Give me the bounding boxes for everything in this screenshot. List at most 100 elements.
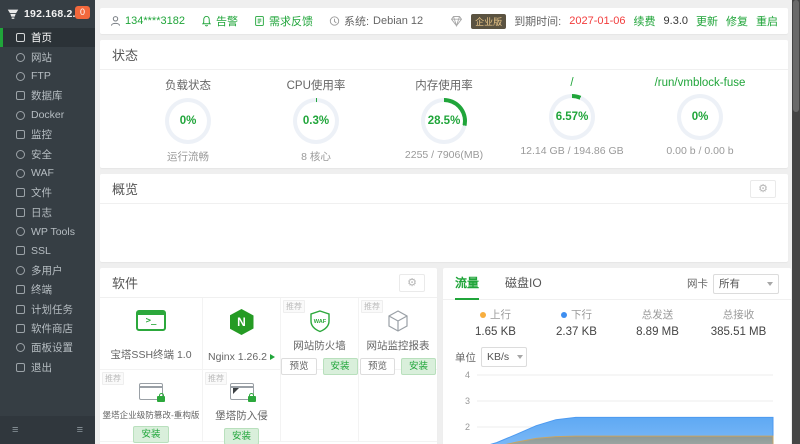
- sidebar-item-ssl[interactable]: SSL: [0, 241, 95, 260]
- collapse-sidebar-icon[interactable]: ≡: [12, 424, 18, 436]
- app-intrusion-prevention[interactable]: 推荐 堡塔防入侵 安装: [203, 370, 281, 442]
- gauge-ring: 0%: [165, 98, 211, 144]
- sidebar-item-database[interactable]: 数据库: [0, 86, 95, 105]
- traffic-stats: 上行 1.65 KB 下行 2.37 KB 总发送 8.89 MB 总接收: [455, 307, 779, 338]
- app-tamper-proof[interactable]: 推荐 堡塔企业级防篡改-重构版 安装: [100, 370, 203, 442]
- menu-style-icon[interactable]: ≡: [77, 424, 83, 436]
- gauge-memory: 内存使用率 28.5% 2255 / 7906(MB): [380, 75, 508, 167]
- sidebar-item-wp-tools[interactable]: WP Tools: [0, 222, 95, 241]
- sidebar-item-settings[interactable]: 面板设置: [0, 338, 95, 357]
- gauge-ring: 6.57%: [549, 94, 595, 140]
- recommended-tag: 推荐: [361, 300, 383, 313]
- software-panel-header: 软件 ⚙: [100, 268, 437, 298]
- topbar-right: 企业版 到期时间: 2027-01-06 续费 9.3.0 更新 修复 重启: [450, 13, 778, 29]
- stat-total-sent: 总发送 8.89 MB: [617, 307, 698, 338]
- sidebar-item-logs[interactable]: 日志: [0, 203, 95, 222]
- panel-version[interactable]: 9.3.0: [664, 15, 688, 27]
- ssh-terminal-icon: >_: [136, 310, 166, 331]
- sidebar-logo-row[interactable]: 192.168.2.3 0: [0, 0, 95, 28]
- docker-icon: [16, 111, 25, 120]
- sidebar-item-website[interactable]: 网站: [0, 47, 95, 66]
- overview-panel: 概览 ⚙: [100, 174, 788, 262]
- update-button[interactable]: 更新: [696, 13, 718, 29]
- gauge-ring: 0.3%: [293, 98, 339, 144]
- tab-disk-io[interactable]: 磁盘IO: [505, 268, 542, 300]
- sidebar-item-waf[interactable]: WAF: [0, 164, 95, 183]
- app-nginx[interactable]: N Nginx 1.26.2: [203, 298, 281, 370]
- tamper-proof-icon: [139, 383, 163, 400]
- bottom-row: 软件 ⚙ >_ 宝塔SSH终端 1.0 N Nginx 1.26.2 推荐: [100, 268, 788, 444]
- stat-downstream: 下行 2.37 KB: [536, 307, 617, 338]
- system-value: Debian 12: [373, 15, 423, 27]
- sidebar-item-security[interactable]: 安全: [0, 144, 95, 163]
- restart-button[interactable]: 重启: [756, 13, 778, 29]
- nginx-icon: N: [230, 309, 254, 335]
- sidebar-item-terminal[interactable]: 终端: [0, 280, 95, 299]
- sidebar-item-multiuser[interactable]: 多用户: [0, 261, 95, 280]
- system-label: 系统:: [344, 13, 369, 29]
- install-button[interactable]: 安装: [224, 428, 259, 444]
- app-cell-empty: [359, 370, 437, 442]
- message-count-badge[interactable]: 0: [75, 6, 90, 19]
- software-settings-button[interactable]: ⚙: [399, 274, 425, 292]
- system-info: 系统: Debian 12: [329, 13, 423, 29]
- app-waf[interactable]: 推荐 WAF 网站防火墙 预览 安装: [281, 298, 359, 370]
- intrusion-prevention-icon: [230, 383, 254, 400]
- wordpress-icon: [16, 227, 25, 236]
- svg-text:2: 2: [465, 422, 470, 432]
- expire-label: 到期时间:: [514, 13, 561, 29]
- recommended-tag: 推荐: [205, 372, 227, 385]
- overview-body: [100, 204, 788, 261]
- sidebar-item-ftp[interactable]: FTP: [0, 67, 95, 86]
- account-link[interactable]: 134****3182: [110, 15, 185, 27]
- svg-text:WAF: WAF: [313, 319, 326, 325]
- overview-title: 概览: [112, 179, 138, 198]
- edition-badge: 企业版: [471, 14, 506, 29]
- stat-upstream: 上行 1.65 KB: [455, 307, 536, 338]
- monitor-icon: [16, 130, 25, 139]
- nic-select[interactable]: 所有: [713, 274, 779, 294]
- sidebar-item-appstore[interactable]: 软件商店: [0, 319, 95, 338]
- tab-traffic[interactable]: 流量: [455, 268, 479, 300]
- sidebar-item-home[interactable]: 首页: [0, 28, 95, 47]
- baota-logo-icon: [6, 7, 20, 21]
- chevron-down-icon: [517, 355, 523, 359]
- folder-icon: [16, 188, 25, 197]
- repair-button[interactable]: 修复: [726, 13, 748, 29]
- nic-label: 网卡: [687, 276, 708, 291]
- sidebar-item-files[interactable]: 文件: [0, 183, 95, 202]
- running-play-icon: [270, 354, 275, 360]
- diamond-icon: [450, 15, 463, 27]
- account-phone[interactable]: 134****3182: [125, 15, 185, 27]
- install-button[interactable]: 安装: [133, 426, 168, 443]
- logout-icon: [16, 363, 25, 372]
- scrollbar-thumb[interactable]: [793, 0, 799, 112]
- status-gauges: 负载状态 0% 运行流畅 CPU使用率 0.3% 8 核心 内存使用率 28.5…: [100, 70, 788, 167]
- waf-shield-icon: WAF: [308, 309, 332, 333]
- status-title: 状态: [112, 45, 138, 64]
- stat-total-received: 总接收 385.51 MB: [698, 307, 779, 338]
- alert-link[interactable]: 告警: [201, 13, 238, 29]
- gear-icon: ⚙: [407, 276, 417, 289]
- gear-icon: [16, 343, 25, 352]
- recommended-tag: 推荐: [283, 300, 305, 313]
- software-panel: 软件 ⚙ >_ 宝塔SSH终端 1.0 N Nginx 1.26.2 推荐: [100, 268, 437, 444]
- page-scrollbar: [792, 0, 800, 444]
- users-icon: [16, 266, 25, 275]
- logs-icon: [16, 208, 25, 217]
- unit-selector-wrap: 单位 KB/s: [455, 347, 779, 367]
- renew-button[interactable]: 续费: [634, 13, 656, 29]
- sidebar-item-monitor[interactable]: 监控: [0, 125, 95, 144]
- unit-select[interactable]: KB/s: [481, 347, 527, 367]
- user-icon: [110, 15, 121, 27]
- traffic-panel: 流量 磁盘IO 网卡 所有 上行 1.65 KB: [443, 268, 791, 444]
- app-ssh-terminal[interactable]: >_ 宝塔SSH终端 1.0: [100, 298, 203, 370]
- sidebar-item-logout[interactable]: 退出: [0, 358, 95, 377]
- sidebar-item-docker[interactable]: Docker: [0, 106, 95, 125]
- app-site-monitor-report[interactable]: 推荐 网站监控报表 预览 安装: [359, 298, 437, 370]
- database-icon: [16, 91, 25, 100]
- gear-icon: ⚙: [758, 182, 768, 195]
- overview-settings-button[interactable]: ⚙: [750, 180, 776, 198]
- feedback-link[interactable]: 需求反馈: [254, 13, 313, 29]
- sidebar-item-cron[interactable]: 计划任务: [0, 299, 95, 318]
